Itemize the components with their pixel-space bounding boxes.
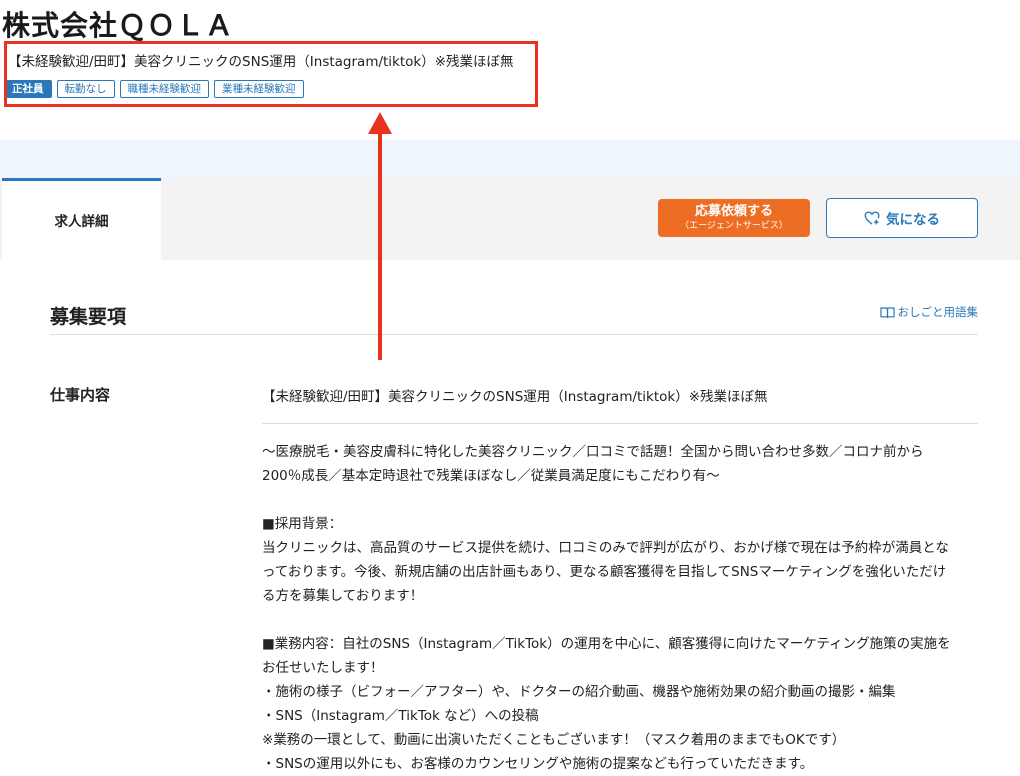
- section-title: 募集要項: [50, 306, 127, 328]
- job-details-panel: 募集要項 おしごと用語集 仕事内容 【未経験歓迎/田町】美容クリニックのSNS運…: [0, 262, 1020, 776]
- job-content-label: 仕事内容: [50, 386, 111, 404]
- description-line: っております。今後、新規店舗の出店計画もあり、更なる顧客獲得を目指してSNSマー…: [262, 564, 947, 580]
- favorite-button-label: 気になる: [886, 212, 940, 228]
- tab-job-details-label: 求人詳細: [54, 214, 109, 230]
- apply-button-label: 応募依頼する: [694, 204, 773, 219]
- job-header: 株式会社ＱＯＬＡ 【未経験歓迎/田町】美容クリニックのSNS運用（Instagr…: [0, 0, 1020, 140]
- apply-button-sublabel: （エージェントサービス）: [680, 221, 788, 231]
- job-description: 〜医療脱毛・美容皮膚科に特化した美容クリニック／口コミで話題！全国から問い合わせ…: [262, 440, 982, 776]
- annotation-arrow: [368, 112, 392, 360]
- header-band: [0, 140, 1020, 180]
- description-line: ・SNSの運用以外にも、お客様のカウンセリングや施術の提案なども行っていただきま…: [262, 756, 814, 772]
- description-line: [262, 488, 982, 512]
- favorite-button[interactable]: 気になる: [826, 198, 978, 238]
- description-line: ※業務の一環として、動画に出演いただくこともございます！（マスク着用のままでもO…: [262, 732, 846, 748]
- book-icon: [879, 306, 895, 318]
- heart-plus-icon: [864, 211, 880, 225]
- section-divider: [50, 334, 978, 335]
- tab-job-details[interactable]: 求人詳細: [2, 178, 161, 262]
- job-content-divider: [262, 423, 978, 424]
- description-line: 200％成長／基本定時退社で残業ほぼなし／従業員満足度にもこだわり有〜: [262, 468, 720, 484]
- company-name: 株式会社ＱＯＬＡ: [2, 9, 235, 42]
- glossary-link[interactable]: おしごと用語集: [879, 304, 979, 320]
- description-line: ■業務内容：自社のSNS（Instagram／TikTok）の運用を中心に、顧客…: [262, 636, 951, 652]
- description-line: ■採用背景：: [262, 516, 343, 532]
- job-content-headline: 【未経験歓迎/田町】美容クリニックのSNS運用（Instagram/tiktok…: [262, 389, 768, 405]
- description-line: [262, 608, 982, 632]
- description-line: る方を募集しております！: [262, 588, 424, 604]
- description-line: お任せいたします！: [262, 660, 384, 676]
- description-line: ・SNS（Instagram／TikTok など）への投稿: [262, 708, 539, 724]
- description-line: ・施術の様子（ビフォー／アフター）や、ドクターの紹介動画、機器や施術効果の紹介動…: [262, 684, 896, 700]
- description-line: 当クリニックは、高品質のサービス提供を続け、口コミのみで評判が広がり、おかげ様で…: [262, 540, 949, 556]
- glossary-link-label: おしごと用語集: [897, 305, 979, 319]
- apply-button[interactable]: 応募依頼する （エージェントサービス）: [658, 199, 810, 237]
- description-line: 〜医療脱毛・美容皮膚科に特化した美容クリニック／口コミで話題！全国から問い合わせ…: [262, 444, 924, 460]
- annotation-highlight-box: [4, 41, 538, 107]
